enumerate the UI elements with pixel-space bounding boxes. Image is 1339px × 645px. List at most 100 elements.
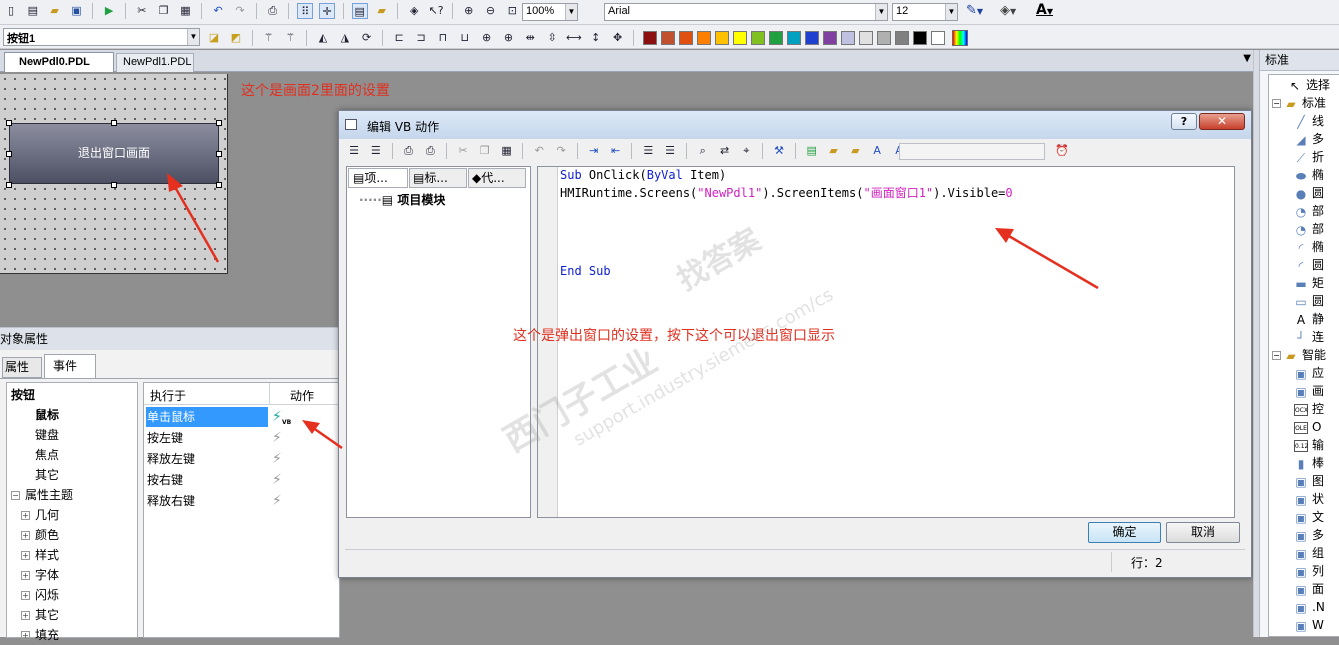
arc-icon: ◜ — [1298, 258, 1304, 273]
ocx-icon: OCX — [1294, 403, 1308, 416]
palette-item-label: W — [1312, 618, 1324, 632]
palette-item[interactable]: ◔ 部 — [1270, 202, 1339, 220]
line-icon: ╱ — [1297, 114, 1305, 129]
palette-item[interactable]: ▬ 矩 — [1270, 274, 1339, 292]
palette-item[interactable]: ▣ 列 — [1270, 562, 1339, 580]
arc-icon: ◜ — [1298, 240, 1304, 255]
ellipse-icon: ⬬ — [1295, 168, 1307, 183]
palette-item-label: O — [1312, 420, 1322, 434]
palette-item-label: 输 — [1312, 438, 1325, 452]
box-icon: ▣ — [1295, 564, 1307, 579]
palette-item[interactable]: ▣ 应 — [1270, 364, 1339, 382]
text-icon: A — [1296, 312, 1306, 327]
palette-item-label: 连 — [1312, 330, 1325, 344]
palette-item[interactable]: OLE O — [1270, 418, 1339, 436]
box-icon: ▣ — [1295, 510, 1307, 525]
palette-item[interactable]: ▣ 文 — [1270, 508, 1339, 526]
palette-item[interactable]: ▣ 面 — [1270, 580, 1339, 598]
box-icon: ▣ — [1295, 492, 1307, 507]
box-icon: ▣ — [1295, 366, 1307, 381]
palette-item[interactable]: ▮ 棒 — [1270, 454, 1339, 472]
palette-item[interactable]: ◔ 部 — [1270, 220, 1339, 238]
palette-item[interactable]: ▣ .N — [1270, 598, 1339, 616]
pie-icon: ◔ — [1295, 204, 1307, 219]
palette-item[interactable]: ↖ 选择 — [1270, 76, 1339, 94]
palette-item[interactable]: ● 圆 — [1270, 184, 1339, 202]
palette-item-label: 部 — [1312, 204, 1325, 218]
folder-icon: ▰ — [1286, 348, 1296, 363]
palette-item-label: 椭 — [1312, 240, 1325, 254]
annotation-arrows — [167, 173, 1099, 450]
palette-item[interactable]: ◢ 多 — [1270, 130, 1339, 148]
box-icon: ▣ — [1295, 384, 1307, 399]
palette-item-label: 列 — [1312, 564, 1325, 578]
palette-item[interactable]: ◜ 圆 — [1270, 256, 1339, 274]
palette-item[interactable]: ▣ 状 — [1270, 490, 1339, 508]
palette-item-label: 面 — [1312, 582, 1325, 596]
palette-item[interactable]: − ▰ 智能 — [1270, 346, 1339, 364]
palette-item-label: 智能 — [1302, 348, 1327, 362]
box-icon: ▣ — [1295, 600, 1307, 615]
palette-item-label: 线 — [1312, 114, 1325, 128]
palette-item[interactable]: OCX 控 — [1270, 400, 1339, 418]
circle-icon: ● — [1295, 186, 1307, 201]
rect-icon: ▬ — [1295, 276, 1307, 291]
ole-icon: OLE — [1294, 421, 1308, 434]
palette-item[interactable]: ▭ 圆 — [1270, 292, 1339, 310]
collapse-icon[interactable]: − — [1272, 99, 1281, 108]
io-icon: 0.12 — [1294, 439, 1308, 452]
palette-item[interactable]: A静 — [1270, 310, 1339, 328]
arrow-icon: ↖ — [1289, 78, 1301, 93]
palette-item[interactable]: ┘ 连 — [1270, 328, 1339, 346]
palette-item-label: 圆 — [1312, 258, 1325, 272]
conn-icon: ┘ — [1297, 330, 1305, 345]
palette-item-label: 状 — [1312, 492, 1325, 506]
palette-item-label: 折 — [1312, 150, 1325, 164]
pie-icon: ◔ — [1295, 222, 1307, 237]
collapse-icon[interactable]: − — [1272, 351, 1281, 360]
polyline-icon: ⟋ — [1296, 150, 1306, 165]
folder-icon: ▰ — [1286, 96, 1296, 111]
rrect-icon: ▭ — [1295, 294, 1307, 309]
object-palette: 标准 ↖ 选择 − ▰ 标准 ╱ 线 ◢ 多 ⟋ 折 ⬬ 椭 ● 圆 ◔ 部 ◔ 部 ◜ 椭 ◜ 圆 ▬ 矩 ▭ 圆 A 静 ┘ 连 − ▰ 智能… — [1259, 50, 1339, 637]
palette-item-label: 选择 — [1306, 78, 1331, 92]
palette-item-label: 多 — [1312, 132, 1325, 146]
bar-icon: ▮ — [1297, 456, 1305, 471]
box-icon: ▣ — [1295, 474, 1307, 489]
palette-item-label: 圆 — [1312, 294, 1325, 308]
palette-item[interactable]: − ▰ 标准 — [1270, 94, 1339, 112]
palette-item-label: 应 — [1312, 366, 1325, 380]
box-icon: ▣ — [1295, 528, 1307, 543]
palette-item[interactable]: ⟋ 折 — [1270, 148, 1339, 166]
palette-item-label: 棒 — [1312, 456, 1325, 470]
palette-tree: ↖ 选择 − ▰ 标准 ╱ 线 ◢ 多 ⟋ 折 ⬬ 椭 ● 圆 ◔ 部 ◔ 部 ◜ 椭 ◜ 圆 ▬ 矩 ▭ 圆 A 静 ┘ 连 − ▰ 智能 ▣ 应 ▣… — [1270, 76, 1339, 634]
palette-item[interactable]: 0.12 输 — [1270, 436, 1339, 454]
palette-item-label: 文 — [1312, 510, 1325, 524]
palette-item[interactable]: ▣ 画 — [1270, 382, 1339, 400]
box-icon: ▣ — [1295, 618, 1307, 633]
palette-item-label: 部 — [1312, 222, 1325, 236]
palette-item-label: 静 — [1312, 312, 1325, 326]
palette-item-label: 标准 — [1302, 96, 1327, 110]
palette-header: 标准 — [1260, 50, 1339, 71]
palette-item-label: 圆 — [1312, 186, 1325, 200]
palette-item-label: 图 — [1312, 474, 1325, 488]
palette-item[interactable]: ◜ 椭 — [1270, 238, 1339, 256]
palette-item-label: .N — [1312, 600, 1325, 614]
box-icon: ▣ — [1295, 546, 1307, 561]
palette-item[interactable]: ⬬ 椭 — [1270, 166, 1339, 184]
palette-item-label: 多 — [1312, 528, 1325, 542]
palette-item-label: 矩 — [1312, 276, 1325, 290]
palette-item-label: 组 — [1312, 546, 1325, 560]
palette-item-label: 椭 — [1312, 168, 1325, 182]
box-icon: ▣ — [1295, 582, 1307, 597]
palette-item[interactable]: ╱ 线 — [1270, 112, 1339, 130]
palette-header-label: 标准 — [1265, 53, 1290, 67]
palette-item[interactable]: ▣ W — [1270, 616, 1339, 634]
palette-item[interactable]: ▣ 组 — [1270, 544, 1339, 562]
palette-item[interactable]: ▣ 多 — [1270, 526, 1339, 544]
palette-item[interactable]: ▣ 图 — [1270, 472, 1339, 490]
poly-icon: ◢ — [1296, 132, 1306, 147]
palette-item-label: 控 — [1312, 402, 1325, 416]
palette-item-label: 画 — [1312, 384, 1325, 398]
